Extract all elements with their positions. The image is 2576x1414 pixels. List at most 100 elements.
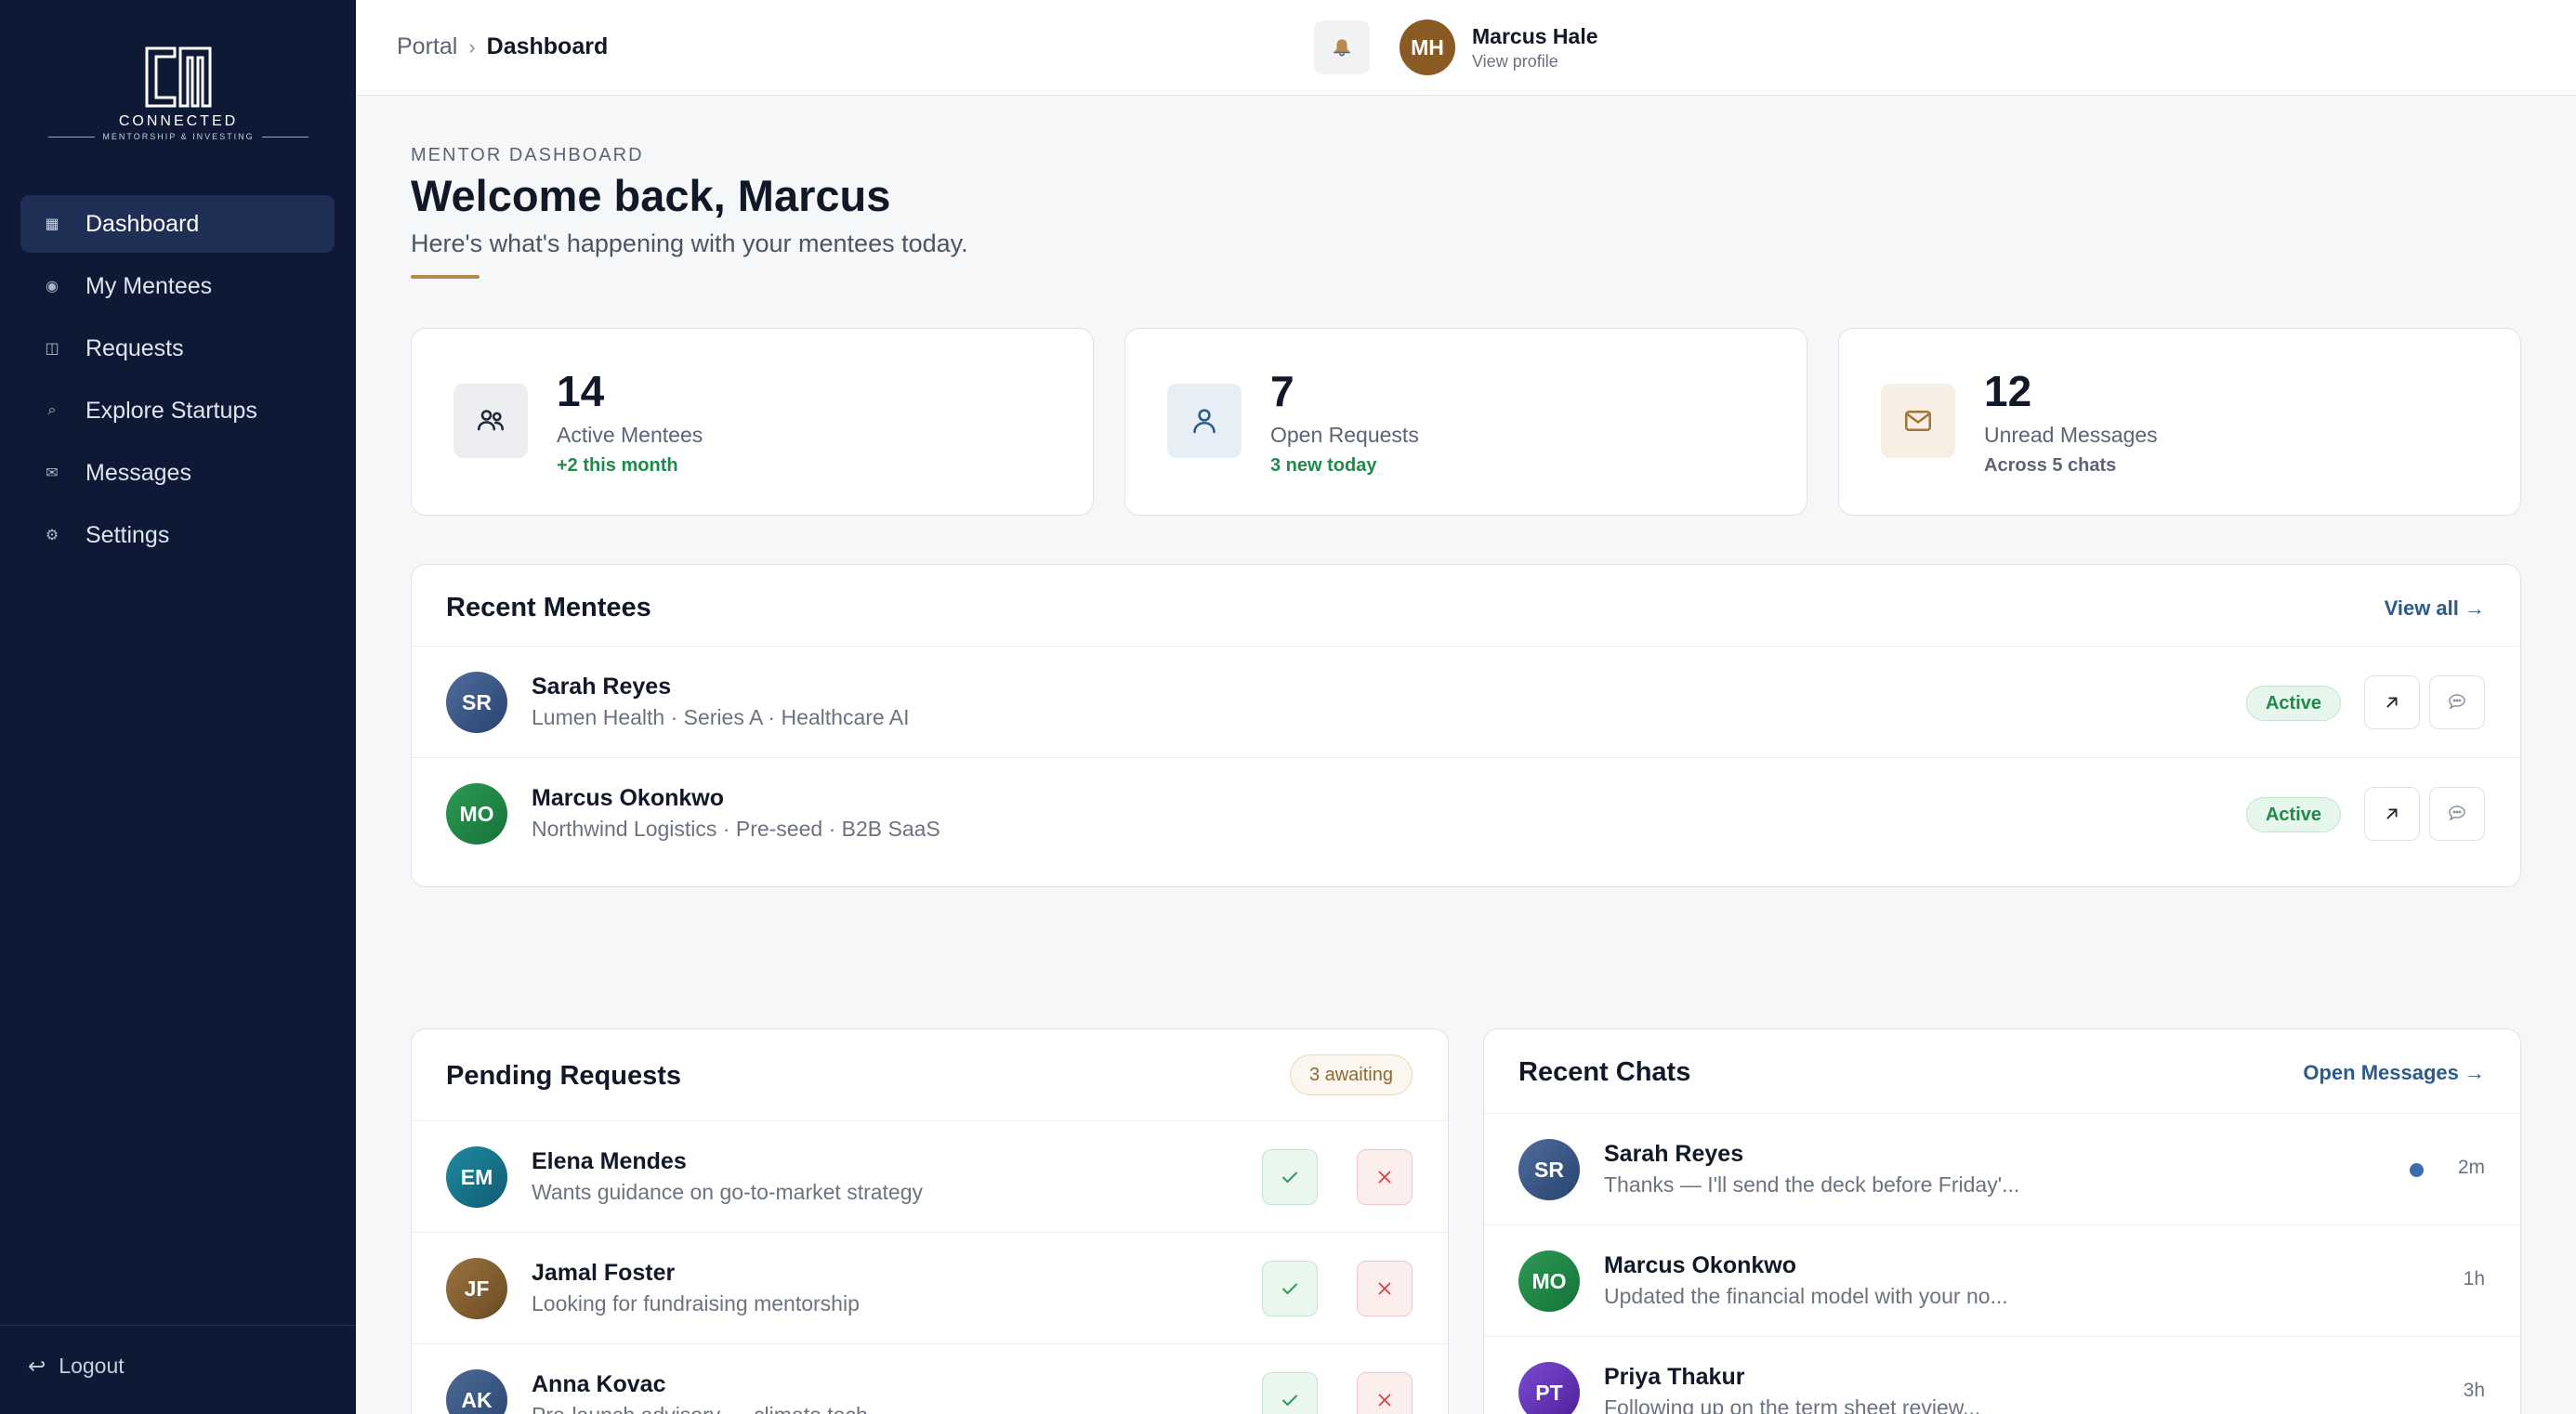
message-mentee-button[interactable] bbox=[2429, 787, 2485, 841]
close-icon bbox=[1378, 1171, 1391, 1184]
stat-card-open-requests[interactable]: 7 Open Requests 3 new today bbox=[1124, 328, 1807, 516]
breadcrumb-current: Dashboard bbox=[486, 33, 609, 59]
breadcrumb: Portal › Dashboard bbox=[397, 33, 608, 60]
mentee-details: Northwind Logistics · Pre-seed · B2B Saa… bbox=[532, 817, 940, 841]
check-icon bbox=[1282, 1283, 1297, 1294]
logout-icon: ↩ bbox=[28, 1354, 46, 1378]
panel-title: Recent Mentees bbox=[446, 593, 651, 622]
page-subtitle: Here's what's happening with your mentee… bbox=[411, 229, 968, 257]
list-item[interactable]: JF Jamal Foster Looking for fundraising … bbox=[412, 1232, 1448, 1343]
sidebar-item-requests[interactable]: ◫ Requests bbox=[20, 320, 335, 377]
requester-name: Jamal Foster bbox=[532, 1260, 676, 1286]
page-eyebrow: MENTOR DASHBOARD bbox=[411, 145, 644, 165]
explore-icon: ⌕ bbox=[47, 402, 57, 418]
open-mentee-button[interactable] bbox=[2364, 787, 2420, 841]
stat-label: Active Mentees bbox=[557, 423, 703, 447]
stat-note: +2 this month bbox=[557, 455, 678, 476]
sidebar: CONNECTED MENTORSHIP & INVESTING ▦ Dashb… bbox=[0, 0, 356, 1414]
close-icon bbox=[1378, 1394, 1391, 1407]
chat-contact-name: Sarah Reyes bbox=[1604, 1141, 1744, 1167]
view-all-link[interactable]: View all → bbox=[2385, 596, 2485, 621]
brand-tagline: MENTORSHIP & INVESTING bbox=[102, 132, 255, 141]
mail-icon bbox=[1881, 384, 1955, 458]
mentee-name: Marcus Okonkwo bbox=[532, 785, 724, 811]
breadcrumb-separator: › bbox=[468, 34, 476, 59]
pending-requests-panel: Pending Requests 3 awaiting EM Elena Men… bbox=[411, 1028, 1449, 1414]
stat-card-active-mentees[interactable]: 14 Active Mentees +2 this month bbox=[411, 328, 1094, 516]
top-bar: Portal › Dashboard MH Marcus Hale View p… bbox=[356, 0, 2576, 96]
dashboard-icon: ▦ bbox=[45, 216, 59, 232]
sidebar-item-label: Explore Startups bbox=[85, 397, 257, 424]
chat-bubble-icon bbox=[2449, 694, 2465, 710]
users-icon bbox=[453, 384, 528, 458]
check-icon bbox=[1282, 1394, 1297, 1406]
status-badge: Active bbox=[2245, 797, 2341, 832]
stat-label: Open Requests bbox=[1270, 423, 1419, 447]
stat-note: Across 5 chats bbox=[1984, 455, 2117, 476]
stat-value: 7 bbox=[1270, 367, 1295, 415]
user-profile[interactable]: MH Marcus Hale View profile bbox=[1400, 19, 1598, 76]
decline-request-button[interactable] bbox=[1357, 1261, 1413, 1316]
list-item[interactable]: SR Sarah Reyes Lumen Health · Series A ·… bbox=[412, 646, 2520, 757]
request-description: Wants guidance on go-to-market strategy bbox=[532, 1180, 924, 1204]
decline-request-button[interactable] bbox=[1357, 1149, 1413, 1205]
chat-timestamp: 3h bbox=[2463, 1380, 2485, 1401]
arrow-up-right-icon bbox=[2386, 697, 2398, 708]
list-item[interactable]: MO Marcus Okonkwo Northwind Logistics · … bbox=[412, 757, 2520, 869]
chat-preview: Updated the financial model with your no… bbox=[1604, 1284, 2008, 1308]
avatar: AK bbox=[446, 1369, 507, 1414]
sidebar-item-explore-startups[interactable]: ⌕ Explore Startups bbox=[20, 382, 335, 439]
chat-contact-name: Priya Thakur bbox=[1604, 1364, 1745, 1390]
message-mentee-button[interactable] bbox=[2429, 675, 2485, 729]
list-item[interactable]: EM Elena Mendes Wants guidance on go-to-… bbox=[412, 1120, 1448, 1232]
decline-request-button[interactable] bbox=[1357, 1372, 1413, 1414]
chat-contact-name: Marcus Okonkwo bbox=[1604, 1252, 1796, 1278]
stat-label: Unread Messages bbox=[1984, 423, 2158, 447]
messages-icon: ✉ bbox=[46, 465, 59, 481]
sidebar-item-my-mentees[interactable]: ◉ My Mentees bbox=[20, 257, 335, 315]
sidebar-item-label: Dashboard bbox=[85, 210, 200, 237]
open-mentee-button[interactable] bbox=[2364, 675, 2420, 729]
status-badge: Active bbox=[2245, 686, 2341, 721]
chat-preview: Thanks — I'll send the deck before Frida… bbox=[1604, 1172, 2020, 1197]
stat-card-unread-messages[interactable]: 12 Unread Messages Across 5 chats bbox=[1838, 328, 2521, 516]
mentees-icon: ◉ bbox=[46, 279, 59, 295]
logo-mark-icon bbox=[145, 46, 212, 108]
awaiting-count-badge: 3 awaiting bbox=[1289, 1054, 1413, 1095]
open-messages-link[interactable]: Open Messages → bbox=[2303, 1061, 2485, 1085]
close-icon bbox=[1378, 1282, 1391, 1295]
sidebar-item-messages[interactable]: ✉ Messages bbox=[20, 444, 335, 502]
list-item[interactable]: AK Anna Kovac Pre-launch advisory — clim… bbox=[412, 1343, 1448, 1414]
chat-row[interactable]: MO Marcus Okonkwo Updated the financial … bbox=[1484, 1224, 2520, 1336]
chat-row[interactable]: PT Priya Thakur Following up on the term… bbox=[1484, 1336, 2520, 1414]
accept-request-button[interactable] bbox=[1262, 1372, 1318, 1414]
accept-request-button[interactable] bbox=[1262, 1261, 1318, 1316]
logout-label: Logout bbox=[59, 1354, 125, 1378]
stat-note: 3 new today bbox=[1270, 455, 1377, 476]
avatar: MH bbox=[1400, 20, 1455, 75]
notifications-button[interactable] bbox=[1314, 20, 1370, 74]
requester-name: Elena Mendes bbox=[532, 1148, 687, 1174]
chat-row[interactable]: SR Sarah Reyes Thanks — I'll send the de… bbox=[1484, 1113, 2520, 1224]
request-description: Looking for fundraising mentorship bbox=[532, 1291, 860, 1316]
avatar: MO bbox=[1518, 1250, 1580, 1312]
sidebar-item-label: Requests bbox=[85, 334, 184, 361]
chat-timestamp: 2m bbox=[2457, 1157, 2485, 1178]
breadcrumb-portal-link[interactable]: Portal bbox=[397, 33, 457, 60]
page-title: Welcome back, Marcus bbox=[411, 171, 891, 220]
sidebar-item-dashboard[interactable]: ▦ Dashboard bbox=[20, 195, 335, 253]
view-profile-link[interactable]: View profile bbox=[1472, 52, 1598, 72]
panel-title: Pending Requests bbox=[446, 1061, 681, 1091]
sidebar-item-settings[interactable]: ⚙ Settings bbox=[20, 506, 335, 564]
stats-row: 14 Active Mentees +2 this month 7 Open R… bbox=[411, 328, 2521, 516]
brand-logo[interactable]: CONNECTED MENTORSHIP & INVESTING bbox=[48, 45, 309, 147]
unread-indicator bbox=[2410, 1163, 2424, 1177]
avatar: SR bbox=[446, 672, 507, 733]
logout-button[interactable]: ↩ Logout bbox=[28, 1354, 125, 1379]
avatar: EM bbox=[446, 1146, 507, 1208]
accept-request-button[interactable] bbox=[1262, 1149, 1318, 1205]
sidebar-item-label: Settings bbox=[85, 521, 170, 548]
request-description: Pre-launch advisory — climate tech bbox=[532, 1403, 868, 1414]
recent-mentees-panel: Recent Mentees View all → SR Sarah Reyes… bbox=[411, 564, 2521, 887]
chat-preview: Following up on the term sheet review... bbox=[1604, 1395, 1981, 1414]
